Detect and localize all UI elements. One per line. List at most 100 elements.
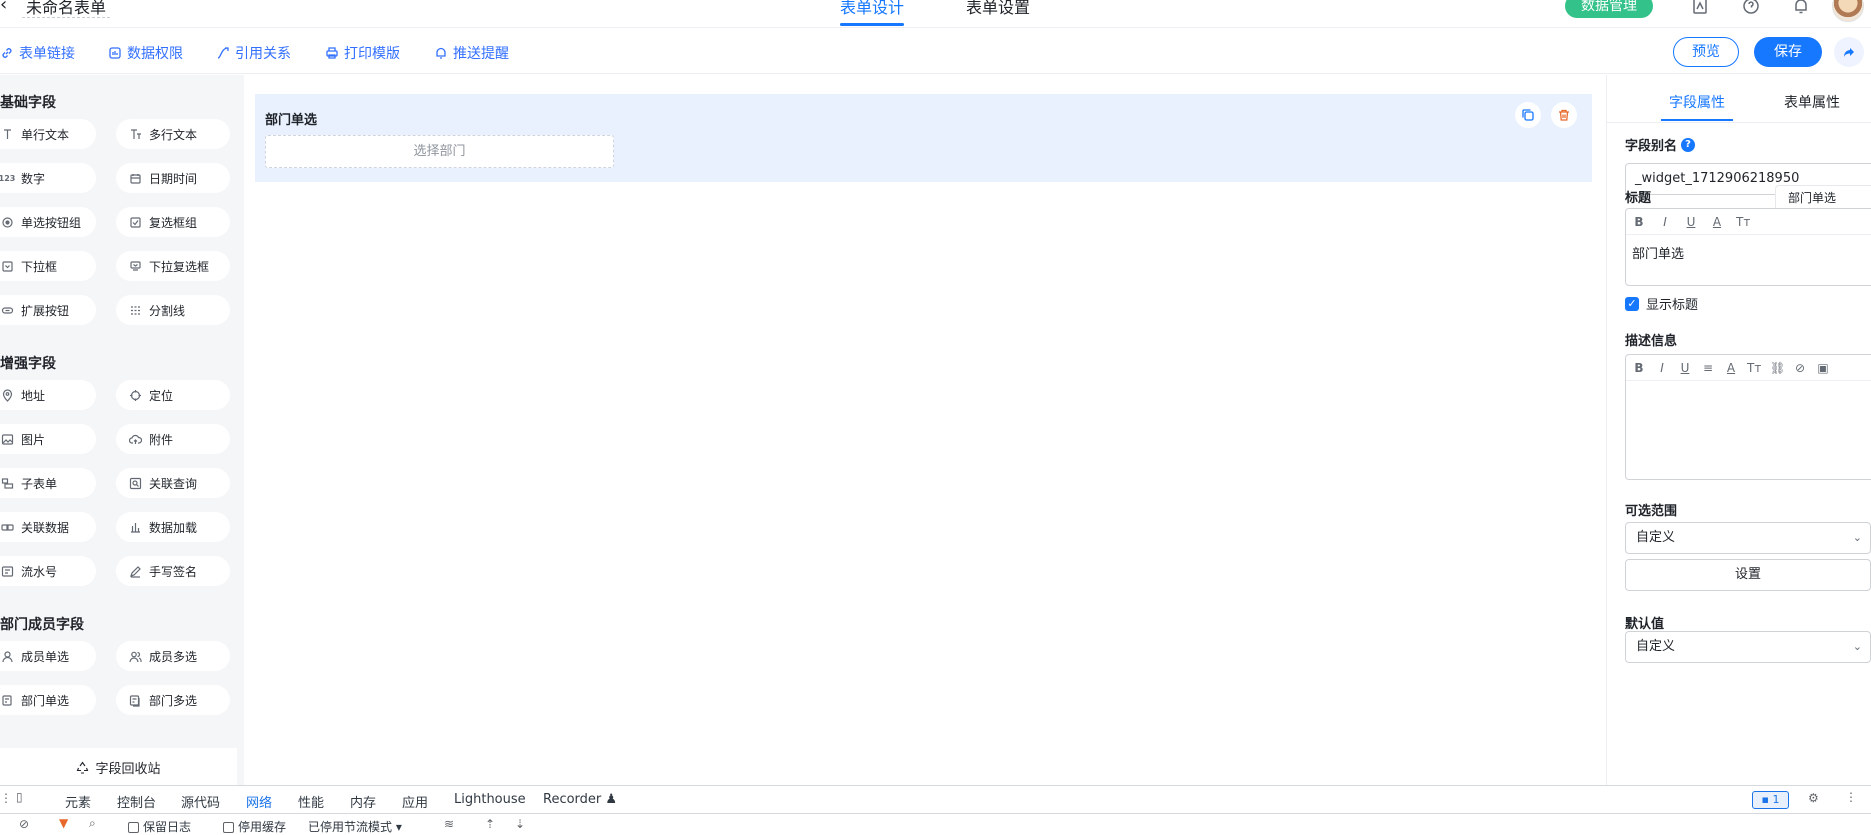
palette-item-dropdown[interactable]: 下拉框 xyxy=(0,251,96,281)
palette-item-datetime[interactable]: 日期时间 xyxy=(116,163,230,193)
tab-form-properties[interactable]: 表单属性 xyxy=(1784,92,1840,112)
devtools-tab-lighthouse[interactable]: Lighthouse xyxy=(454,792,526,807)
palette-item-dropdown-multi[interactable]: 下拉复选框 xyxy=(116,251,230,281)
disable-cache-checkbox[interactable]: 停用缓存 xyxy=(223,818,286,835)
device-toolbar-icon[interactable]: ▯ xyxy=(16,790,23,804)
search-icon[interactable]: ⌕ xyxy=(89,816,96,831)
devtools-tab-sources[interactable]: 源代码 xyxy=(181,792,220,811)
palette-item-divider[interactable]: 分割线 xyxy=(116,295,230,325)
description-editor[interactable]: B I U ≡ A Tт ⛓ ⊘ ▣ xyxy=(1625,354,1871,480)
image-icon[interactable]: ▣ xyxy=(1816,361,1830,375)
palette-item-data-load[interactable]: 数据加载 xyxy=(116,512,230,542)
palette-item-extend-button[interactable]: 扩展按钮 xyxy=(0,295,96,325)
form-link-button[interactable]: 表单链接 xyxy=(0,43,75,63)
font-color-icon[interactable]: A xyxy=(1710,215,1724,229)
devtools-tab-recorder[interactable]: Recorder ♟ xyxy=(543,792,617,807)
inspect-icon[interactable]: ⋮ xyxy=(0,791,12,805)
settings-gear-icon[interactable]: ⚙ xyxy=(1808,791,1819,805)
link-icon[interactable]: ⛓ xyxy=(1770,361,1785,375)
palette-item-multi-text[interactable]: 多行文本 xyxy=(116,119,230,149)
palette-item-image[interactable]: 图片 xyxy=(0,424,96,454)
palette-item-locate[interactable]: 定位 xyxy=(116,380,230,410)
push-reminder-button[interactable]: 推送提醒 xyxy=(434,43,509,63)
range-select[interactable]: 自定义 ⌄ xyxy=(1625,522,1871,554)
palette-item-single-text[interactable]: 单行文本 xyxy=(0,119,96,149)
issues-badge[interactable]: ▪ 1 xyxy=(1752,791,1789,809)
palette-item-address[interactable]: 地址 xyxy=(0,380,96,410)
title-editor[interactable]: B I U A Tт 部门单选 xyxy=(1625,208,1871,286)
back-arrow-icon[interactable]: ‹ xyxy=(0,0,7,15)
network-conditions-icon[interactable]: ≋ xyxy=(444,817,454,831)
print-template-button[interactable]: 打印模版 xyxy=(325,43,400,63)
show-title-checkbox[interactable]: ✓ 显示标题 xyxy=(1625,294,1698,313)
palette-item-serial-number[interactable]: 流水号 xyxy=(0,556,96,586)
range-set-button[interactable]: 设置 xyxy=(1625,559,1871,591)
delete-field-button[interactable] xyxy=(1551,102,1577,128)
palette-item-number[interactable]: 123 数字 xyxy=(0,163,96,193)
form-name[interactable]: 未命名表单 xyxy=(22,0,111,18)
more-options-icon[interactable]: ⋮ xyxy=(1845,790,1857,804)
title-label: 标题 xyxy=(1625,191,1652,206)
tab-form-design[interactable]: 表单设计 xyxy=(840,0,905,26)
italic-icon[interactable]: I xyxy=(1658,215,1672,229)
palette-item-related-data[interactable]: 关联数据 xyxy=(0,512,96,542)
palette-item-signature[interactable]: 手写签名 xyxy=(116,556,230,586)
clear-icon[interactable]: ⊘ xyxy=(19,817,29,831)
italic-icon[interactable]: I xyxy=(1655,361,1669,375)
devtools-tab-console[interactable]: 控制台 xyxy=(117,792,156,811)
palette-item-member-single[interactable]: 成员单选 xyxy=(0,641,96,671)
department-select-input[interactable]: 选择部门 xyxy=(265,135,614,168)
related-data-icon xyxy=(0,520,14,534)
download-icon[interactable]: ⇣ xyxy=(515,817,525,831)
font-size-icon[interactable]: Tт xyxy=(1736,215,1750,229)
check-icon[interactable]: ✓ xyxy=(1625,296,1639,311)
description-editor-content[interactable] xyxy=(1626,381,1871,397)
bold-icon[interactable]: B xyxy=(1632,361,1646,375)
palette-item-attachment[interactable]: 附件 xyxy=(116,424,230,454)
palette-item-related-query[interactable]: 关联查询 xyxy=(116,468,230,498)
save-button[interactable]: 保存 xyxy=(1754,37,1822,67)
palette-item-dept-single[interactable]: 部门单选 xyxy=(0,685,96,715)
upload-icon[interactable]: ⇡ xyxy=(485,817,495,831)
devtools-tab-performance[interactable]: 性能 xyxy=(298,792,324,811)
bold-icon[interactable]: B xyxy=(1632,215,1646,229)
title-editor-content[interactable]: 部门单选 xyxy=(1626,235,1871,270)
field-recycle-bin[interactable]: 字段回收站 xyxy=(0,748,237,786)
copy-field-button[interactable] xyxy=(1515,102,1541,128)
tab-form-settings[interactable]: 表单设置 xyxy=(966,0,1030,18)
filter-icon[interactable]: ▼ xyxy=(59,816,68,830)
share-button[interactable] xyxy=(1834,37,1864,67)
selected-field-card[interactable]: 部门单选 选择部门 xyxy=(255,94,1592,182)
tab-field-properties[interactable]: 字段属性 xyxy=(1661,92,1733,121)
image-icon xyxy=(0,432,14,446)
default-value-select[interactable]: 自定义 ⌄ xyxy=(1625,631,1871,663)
underline-icon[interactable]: U xyxy=(1684,215,1698,229)
underline-icon[interactable]: U xyxy=(1678,361,1692,375)
align-icon[interactable]: ≡ xyxy=(1701,361,1715,375)
question-circle-icon[interactable]: ? xyxy=(1681,137,1696,152)
devtools-tab-elements[interactable]: 元素 xyxy=(65,792,91,811)
data-management-button[interactable]: 数据管理 xyxy=(1565,0,1653,18)
publish-icon[interactable] xyxy=(1690,0,1710,16)
font-size-icon[interactable]: Tт xyxy=(1747,361,1761,375)
font-color-icon[interactable]: A xyxy=(1724,361,1738,375)
data-permission-button[interactable]: 数据权限 xyxy=(108,43,183,63)
group-title-basic: 基础字段 xyxy=(0,95,56,111)
preview-button[interactable]: 预览 xyxy=(1673,37,1739,67)
unlink-icon[interactable]: ⊘ xyxy=(1793,361,1807,375)
devtools-tab-memory[interactable]: 内存 xyxy=(350,792,376,811)
palette-item-subform[interactable]: 子表单 xyxy=(0,468,96,498)
dropdown-multi-icon xyxy=(128,259,142,273)
palette-item-checkbox-group[interactable]: 复选框组 xyxy=(116,207,230,237)
devtools-tab-network[interactable]: 网络 xyxy=(241,792,277,818)
palette-item-member-multi[interactable]: 成员多选 xyxy=(116,641,230,671)
preserve-log-checkbox[interactable]: 保留日志 xyxy=(128,818,191,835)
palette-item-radio-group[interactable]: 单选按钮组 xyxy=(0,207,96,237)
palette-item-dept-multi[interactable]: 部门多选 xyxy=(116,685,230,715)
user-avatar[interactable] xyxy=(1832,0,1864,22)
help-icon[interactable] xyxy=(1741,0,1761,16)
bell-icon[interactable] xyxy=(1791,0,1811,16)
devtools-tab-application[interactable]: 应用 xyxy=(402,792,428,811)
throttling-select[interactable]: 已停用节流模式 ▾ xyxy=(308,818,402,835)
reference-button[interactable]: 引用关系 xyxy=(216,43,291,63)
